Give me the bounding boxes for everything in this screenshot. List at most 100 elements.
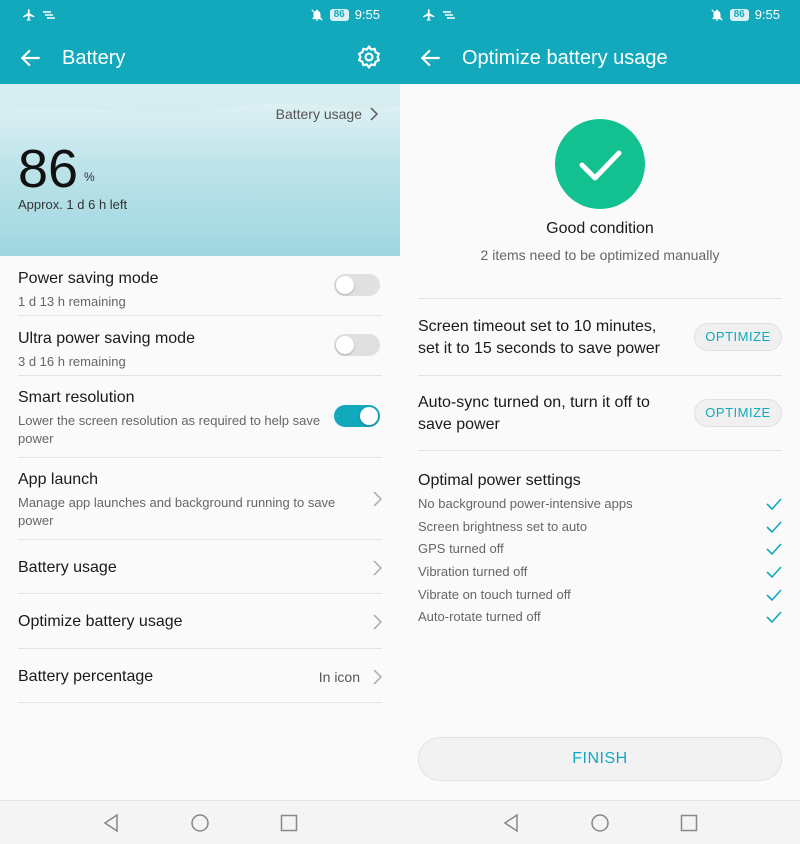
- mute-icon: [310, 8, 323, 21]
- battery-usage-link-label: Battery usage: [275, 106, 362, 122]
- list-item: Auto-rotate turned off: [418, 607, 782, 630]
- home-nav-icon[interactable]: [190, 813, 210, 833]
- page-title: Battery: [62, 47, 126, 69]
- finish-button[interactable]: FINISH: [418, 737, 782, 781]
- check-icon: [766, 611, 782, 624]
- chevron-right-icon: [370, 107, 378, 121]
- ultra-power-saving-mode-toggle[interactable]: [334, 334, 380, 356]
- battery-settings-list: Power saving mode 1 d 13 h remaining Ult…: [0, 256, 400, 703]
- ultra-power-saving-mode-row[interactable]: Ultra power saving mode 3 d 16 h remaini…: [18, 316, 382, 376]
- screenshot-pair: 86 9:55 Battery Battery usage 86 % Appro…: [0, 0, 800, 844]
- clock: 9:55: [754, 7, 780, 22]
- row-title: Smart resolution: [18, 389, 135, 406]
- optimize-battery-screen: 86 9:55 Optimize battery usage Good cond…: [400, 0, 800, 844]
- list-item: Screen brightness set to auto: [418, 517, 782, 540]
- list-item-label: Screen brightness set to auto: [418, 518, 588, 534]
- check-icon: [766, 566, 782, 579]
- divider: [418, 375, 782, 376]
- check-icon: [766, 543, 782, 556]
- list-item-label: Vibrate on touch turned off: [418, 586, 571, 602]
- list-item: No background power-intensive apps: [418, 494, 782, 517]
- list-item-label: Auto-rotate turned off: [418, 609, 541, 625]
- status-bar: 86 9:55: [0, 0, 400, 32]
- row-subtitle: Lower the screen resolution as required …: [18, 413, 321, 446]
- checkmark-icon: [579, 150, 622, 181]
- back-nav-icon[interactable]: [101, 813, 121, 833]
- airplane-mode-icon: [423, 9, 435, 21]
- back-arrow-icon[interactable]: [18, 45, 44, 71]
- optimize-auto-sync-button[interactable]: OPTIMIZE: [694, 399, 782, 427]
- battery-usage-link[interactable]: Battery usage: [276, 106, 378, 122]
- app-bar: Battery: [0, 32, 400, 84]
- optimize-screen-timeout-button[interactable]: OPTIMIZE: [694, 323, 782, 351]
- back-nav-icon[interactable]: [501, 813, 521, 833]
- row-subtitle: Manage app launches and background runni…: [18, 495, 336, 528]
- condition-subtitle: 2 items need to be optimized manually: [480, 247, 720, 263]
- data-saver-icon: [43, 11, 55, 19]
- check-icon: [766, 498, 782, 511]
- divider: [418, 450, 782, 451]
- battery-screen: 86 9:55 Battery Battery usage 86 % Appro…: [0, 0, 400, 844]
- row-title: Ultra power saving mode: [18, 330, 195, 347]
- list-item: Vibration turned off: [418, 562, 782, 585]
- screen-timeout-item: Screen timeout set to 10 minutes, set it…: [418, 316, 782, 362]
- percent-sign: %: [84, 170, 95, 184]
- row-subtitle: 1 d 13 h remaining: [18, 294, 126, 309]
- row-subtitle: 3 d 16 h remaining: [18, 354, 126, 369]
- toggle-knob: [336, 336, 354, 354]
- row-title: Power saving mode: [18, 270, 159, 287]
- app-launch-row[interactable]: App launch Manage app launches and backg…: [18, 458, 382, 540]
- settings-gear-icon[interactable]: [356, 44, 382, 70]
- list-item: GPS turned off: [418, 539, 782, 562]
- row-title: Optimize battery usage: [18, 613, 183, 630]
- list-item-label: GPS turned off: [418, 541, 504, 557]
- optimize-battery-usage-row[interactable]: Optimize battery usage: [18, 594, 382, 649]
- condition-title: Good condition: [546, 220, 654, 237]
- check-icon: [766, 521, 782, 533]
- list-item-label: No background power-intensive apps: [418, 496, 633, 511]
- row-title: Battery usage: [18, 559, 117, 576]
- airplane-mode-icon: [23, 9, 35, 21]
- navigation-bar: [0, 800, 400, 844]
- battery-percentage-value: 86: [18, 139, 79, 199]
- row-title: App launch: [18, 471, 99, 488]
- clock: 9:55: [354, 7, 380, 22]
- battery-percentage-value-label: In icon: [318, 669, 360, 685]
- smart-resolution-toggle[interactable]: [334, 405, 380, 427]
- chevron-right-icon: [373, 614, 382, 630]
- divider: [418, 298, 782, 299]
- navigation-bar: [400, 800, 800, 844]
- status-bar: 86 9:55: [400, 0, 800, 32]
- battery-level-badge: 86: [729, 8, 749, 21]
- chevron-right-icon: [373, 560, 382, 576]
- optimize-item-text: Screen timeout set to 10 minutes, set it…: [418, 318, 660, 357]
- auto-sync-item: Auto-sync turned on, turn it off to save…: [418, 392, 782, 438]
- toggle-knob: [360, 407, 378, 425]
- battery-level-badge: 86: [329, 8, 349, 21]
- optimize-item-text: Auto-sync turned on, turn it off to save…: [418, 394, 650, 433]
- data-saver-icon: [443, 11, 455, 19]
- status-check-badge: [555, 119, 645, 209]
- chevron-right-icon: [373, 491, 382, 507]
- mute-icon: [710, 8, 723, 21]
- app-bar: Optimize battery usage: [400, 32, 800, 84]
- battery-usage-row[interactable]: Battery usage: [18, 540, 382, 594]
- row-title: Battery percentage: [18, 668, 154, 685]
- optimal-settings-heading: Optimal power settings: [418, 472, 581, 489]
- recents-nav-icon[interactable]: [279, 813, 299, 833]
- battery-summary-panel: Battery usage 86 % Approx. 1 d 6 h left: [0, 84, 400, 256]
- home-nav-icon[interactable]: [590, 813, 610, 833]
- time-remaining: Approx. 1 d 6 h left: [18, 197, 128, 212]
- check-icon: [766, 589, 782, 601]
- back-arrow-icon[interactable]: [418, 45, 444, 71]
- battery-percentage-row[interactable]: Battery percentage In icon: [18, 649, 382, 703]
- list-item: Vibrate on touch turned off: [418, 585, 782, 608]
- toggle-knob: [336, 276, 354, 294]
- power-saving-mode-row[interactable]: Power saving mode 1 d 13 h remaining: [18, 256, 382, 316]
- page-title: Optimize battery usage: [462, 47, 668, 69]
- chevron-right-icon: [373, 669, 382, 685]
- power-saving-mode-toggle[interactable]: [334, 274, 380, 296]
- recents-nav-icon[interactable]: [679, 813, 699, 833]
- optimal-settings-list: No background power-intensive apps Scree…: [418, 494, 782, 630]
- smart-resolution-row[interactable]: Smart resolution Lower the screen resolu…: [18, 376, 382, 458]
